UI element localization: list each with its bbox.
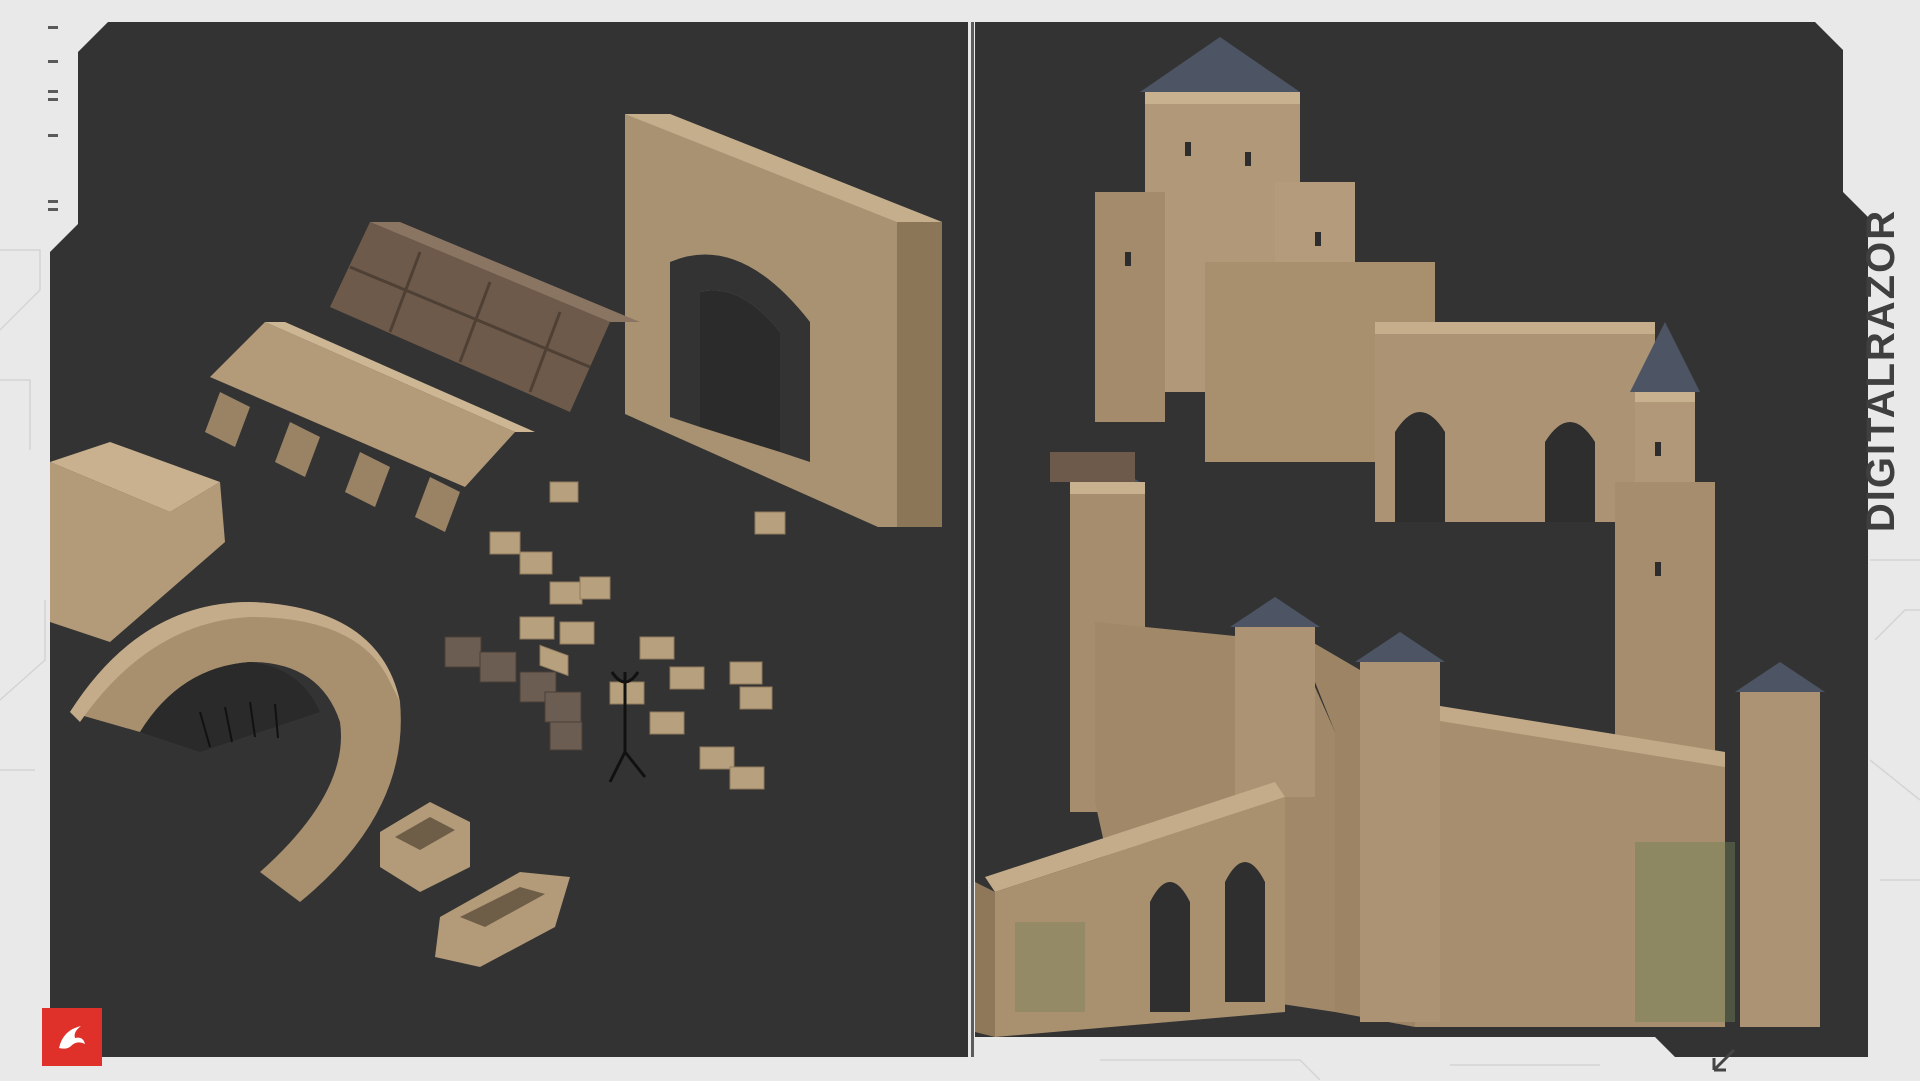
split-divider xyxy=(971,22,974,1057)
curved-tower-base xyxy=(70,602,401,902)
castle-kit-illustration xyxy=(50,114,942,967)
red-raptor-logo-icon xyxy=(42,1008,102,1066)
stone-trough-pieces xyxy=(380,802,570,967)
stone-arch-gate xyxy=(625,114,942,527)
brand-text: DIGITALRAZOR xyxy=(1859,208,1904,532)
brand-wordmark: DIGITALRAZOR xyxy=(1859,200,1904,540)
arrow-down-left-icon xyxy=(1706,1046,1740,1076)
assembled-castle-illustration xyxy=(975,37,1825,1037)
castle-render-viewport xyxy=(975,22,1868,1057)
asset-kit-viewport xyxy=(50,22,968,1057)
wooden-balcony xyxy=(1050,452,1135,482)
